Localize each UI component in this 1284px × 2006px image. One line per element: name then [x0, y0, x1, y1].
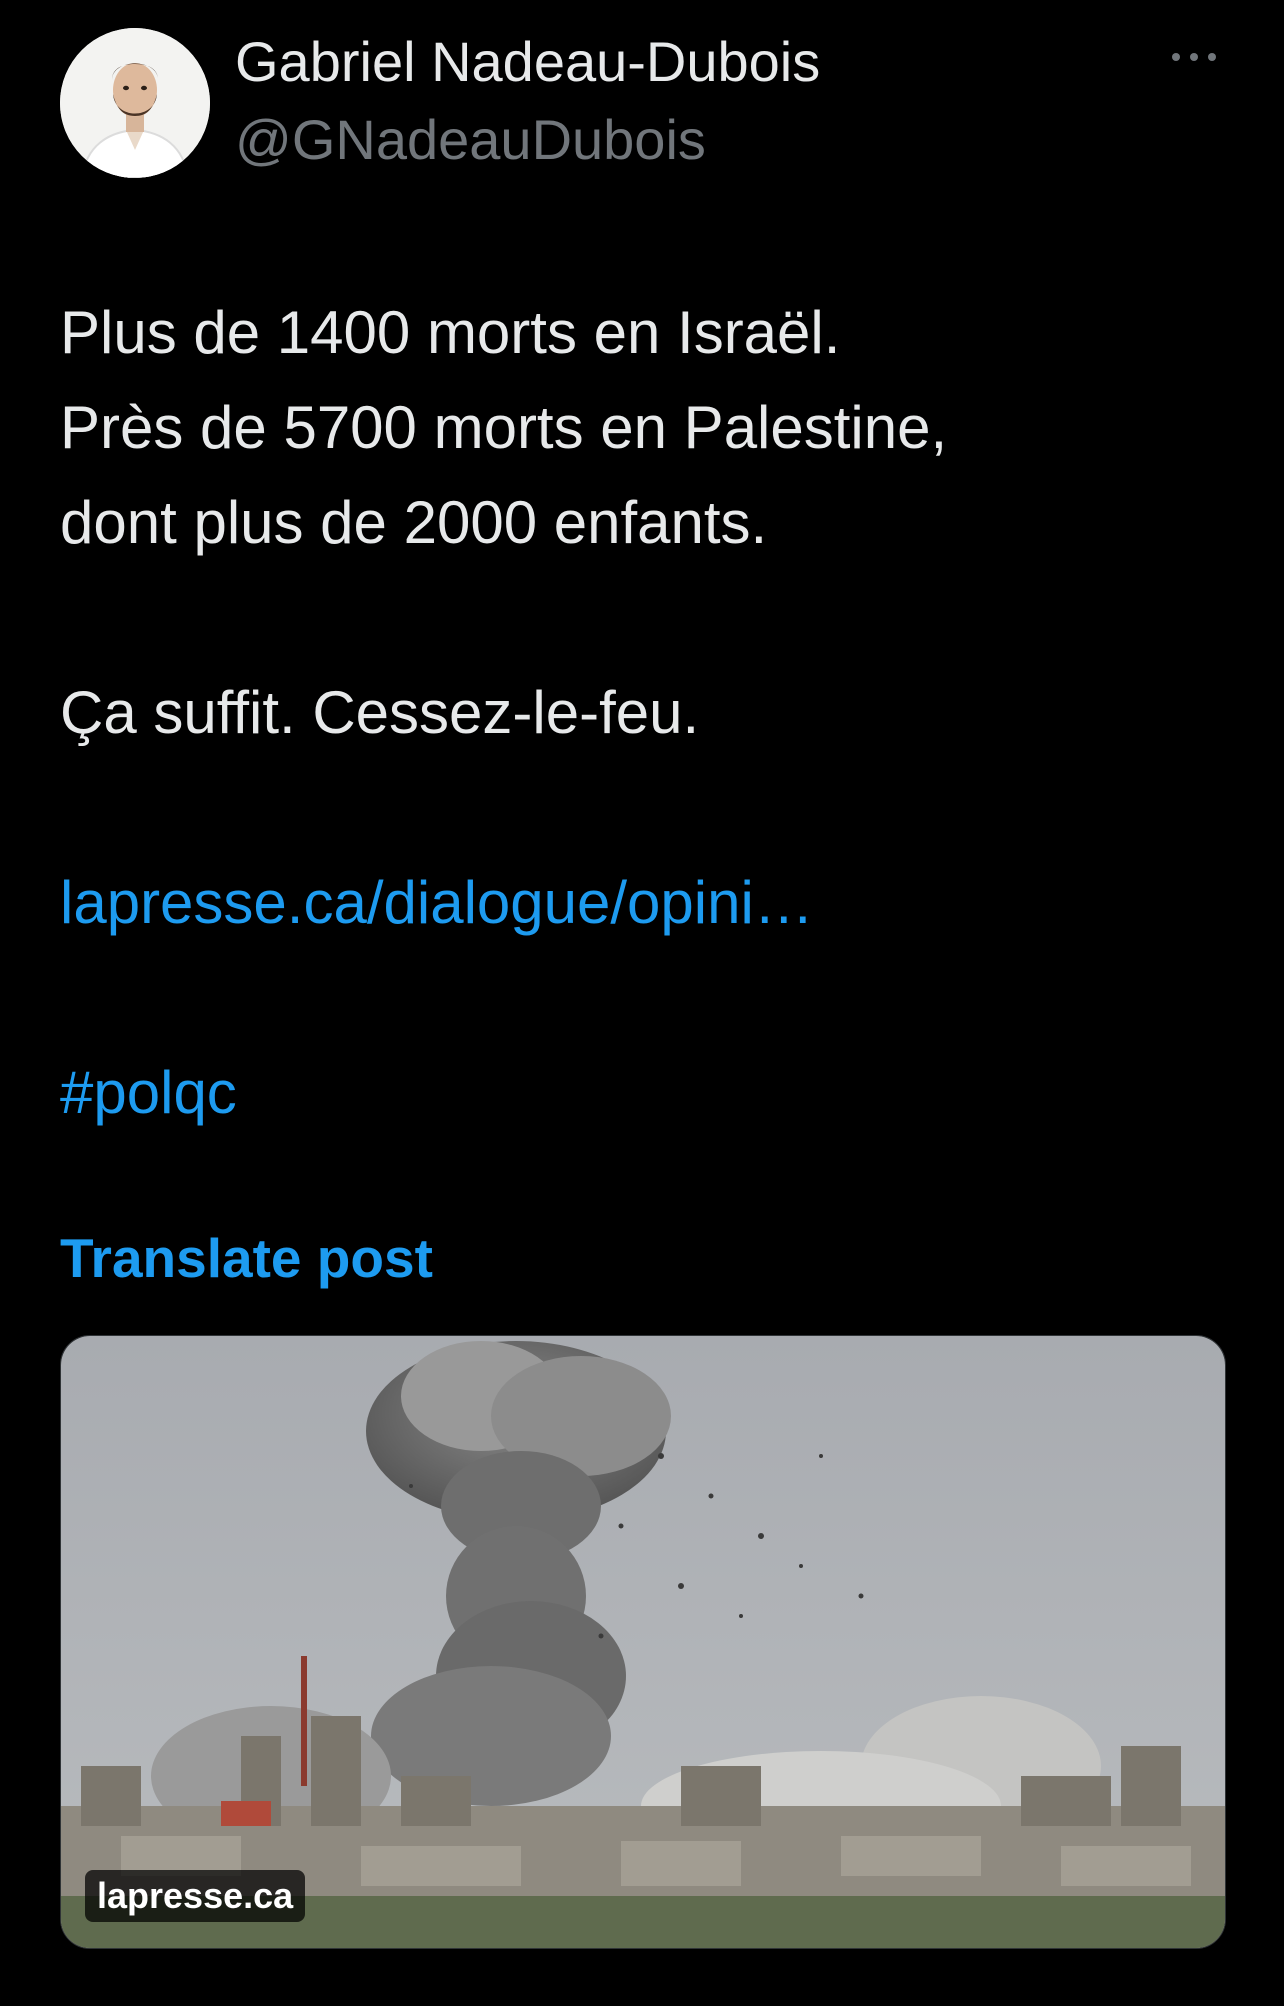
explosion-photo [61, 1336, 1225, 1948]
post-line: Près de 5700 morts en Palestine, [60, 394, 948, 461]
ellipsis-icon [1172, 53, 1216, 61]
post-line: dont plus de 2000 enfants. [60, 489, 768, 556]
avatar-photo [60, 28, 210, 178]
tweet-header: Gabriel Nadeau-Dubois @GNadeauDubois [60, 28, 1224, 178]
article-link[interactable]: lapresse.ca/dialogue/opini… [60, 855, 1220, 950]
link-preview-card[interactable]: lapresse.ca [60, 1335, 1226, 1949]
author-handle[interactable]: @GNadeauDubois [235, 106, 820, 174]
translate-post-button[interactable]: Translate post [60, 1223, 433, 1293]
tweet: Gabriel Nadeau-Dubois @GNadeauDubois Plu… [0, 0, 1284, 2006]
avatar[interactable] [60, 28, 210, 178]
author-display-name[interactable]: Gabriel Nadeau-Dubois [235, 28, 820, 96]
author-names: Gabriel Nadeau-Dubois @GNadeauDubois [235, 28, 820, 174]
hashtag-link[interactable]: #polqc [60, 1045, 1220, 1140]
card-domain-label: lapresse.ca [85, 1870, 306, 1922]
more-options-button[interactable] [1164, 42, 1224, 72]
post-line: Ça suffit. Cessez-le-feu. [60, 679, 700, 746]
post-line: Plus de 1400 morts en Israël. [60, 299, 841, 366]
post-text: Plus de 1400 morts en Israël. Près de 57… [60, 285, 1220, 1140]
